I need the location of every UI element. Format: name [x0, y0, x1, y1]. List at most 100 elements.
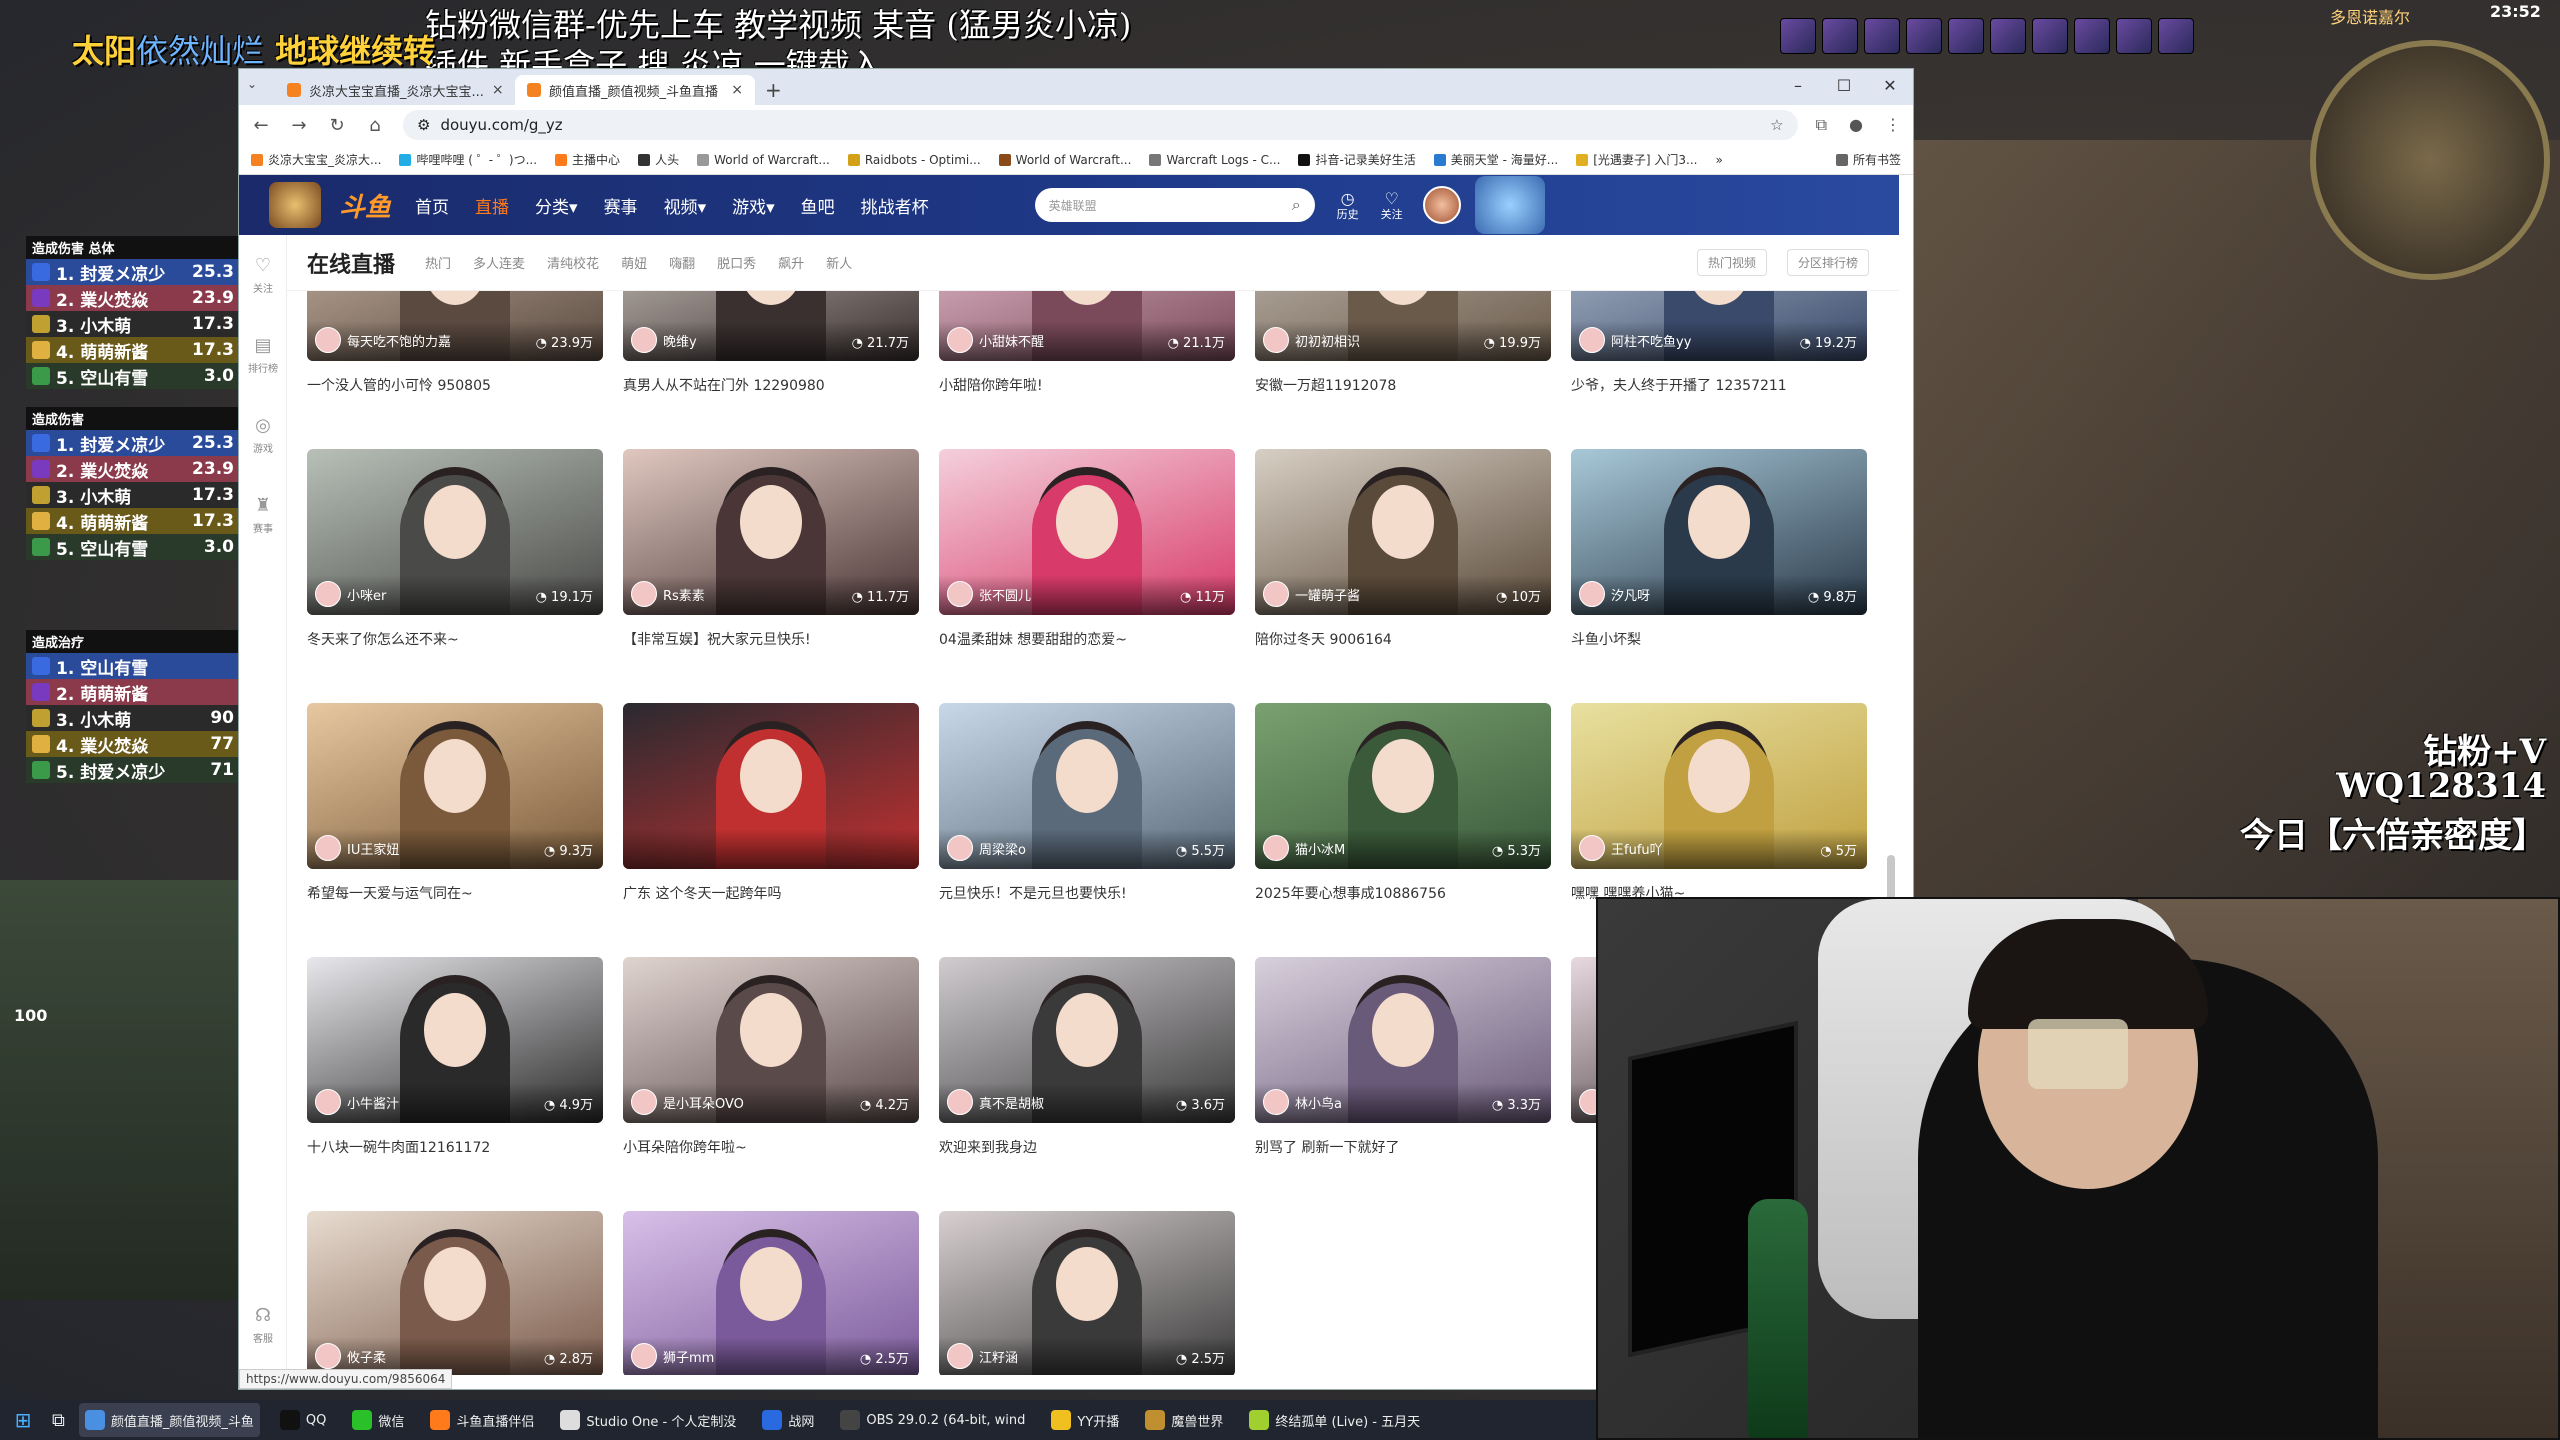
room-title[interactable]: 真男人从不站在门外 12290980: [623, 375, 919, 395]
live-room-card[interactable]: 广东 这个冬天一起跨年吗: [623, 703, 919, 903]
live-room-card[interactable]: 攸子柔 ◔ 2.8万: [307, 1211, 603, 1375]
reload-icon[interactable]: ↻: [327, 115, 347, 136]
extensions-icon[interactable]: ⧉: [1816, 115, 1827, 135]
nav-video[interactable]: 视频▾: [664, 193, 707, 218]
room-title[interactable]: 【非常互娱】祝大家元旦快乐!: [623, 629, 919, 649]
taskbar-item[interactable]: 斗鱼直播伴侣: [424, 1403, 540, 1437]
bookmark-item[interactable]: 美丽天堂 - 海量好...: [1434, 151, 1558, 168]
room-thumbnail[interactable]: 王fufu吖 ◔ 5万: [1571, 703, 1867, 869]
room-thumbnail[interactable]: 林小鸟a ◔ 3.3万: [1255, 957, 1551, 1123]
nav-challenger-cup[interactable]: 挑战者杯: [861, 193, 929, 218]
room-thumbnail[interactable]: 小牛酱汁 ◔ 4.9万: [307, 957, 603, 1123]
live-room-card[interactable]: 王fufu吖 ◔ 5万 嘿嘿 嘿嘿养小猫~: [1571, 703, 1867, 903]
taskbar-item[interactable]: OBS 29.0.2 (64-bit, wind: [834, 1403, 1031, 1437]
addon-icon[interactable]: [2032, 18, 2068, 54]
room-title[interactable]: 安徽一万超11912078: [1255, 375, 1551, 395]
sidebar-item-follow[interactable]: ♡ 关注: [239, 235, 287, 315]
cat-tag[interactable]: 萌妞: [621, 253, 647, 272]
meter-row[interactable]: 2. 業火焚焱 23.9: [26, 456, 240, 482]
bookmark-item[interactable]: 抖音-记录美好生活: [1298, 151, 1415, 168]
meter-row[interactable]: 4. 萌萌新酱 17.3: [26, 337, 240, 363]
room-thumbnail[interactable]: 小咪er ◔ 19.1万: [307, 449, 603, 615]
meter-row[interactable]: 3. 小木萌 17.3: [26, 311, 240, 337]
room-title[interactable]: 2025年要心想事成10886756: [1255, 883, 1551, 903]
room-thumbnail[interactable]: 是小耳朵OVO ◔ 4.2万: [623, 957, 919, 1123]
room-thumbnail[interactable]: IU王家妞 ◔ 9.3万: [307, 703, 603, 869]
taskbar-item[interactable]: 微信: [346, 1403, 410, 1437]
search-input[interactable]: 英雄联盟 ⌕: [1034, 188, 1315, 222]
bookmark-item[interactable]: World of Warcraft...: [697, 153, 830, 167]
addon-icon[interactable]: [1990, 18, 2026, 54]
close-window-icon[interactable]: ✕: [1867, 69, 1913, 101]
meter-row[interactable]: 1. 封爱メ凉少 25.3: [26, 430, 240, 456]
room-thumbnail[interactable]: 周梁梁o ◔ 5.5万: [939, 703, 1235, 869]
browser-tab[interactable]: 炎凉大宝宝直播_炎凉大宝宝... ×: [275, 75, 515, 105]
forward-icon[interactable]: →: [289, 115, 309, 136]
douyu-logo[interactable]: 斗鱼: [339, 187, 391, 224]
live-room-card[interactable]: IU王家妞 ◔ 9.3万 希望每一天爱与运气同在~: [307, 703, 603, 903]
addon-icon[interactable]: [2116, 18, 2152, 54]
sidebar-item-service[interactable]: ☊ 客服: [239, 1285, 287, 1365]
live-room-card[interactable]: 汐凡呀 ◔ 9.8万 斗鱼小坏梨: [1571, 449, 1867, 649]
windows-start-icon[interactable]: ⊞: [8, 1408, 38, 1432]
room-title[interactable]: 少爷，夫人终于开播了 12357211: [1571, 375, 1867, 395]
all-bookmarks[interactable]: 所有书签: [1836, 151, 1901, 168]
zone-ranking-button[interactable]: 分区排行榜: [1786, 249, 1869, 276]
live-room-card[interactable]: 林小鸟a ◔ 3.3万别骂了 刷新一下就好了: [1255, 957, 1551, 1157]
bookmark-item[interactable]: 哔哩哔哩 ( ゜- ゜)つ...: [399, 151, 537, 168]
meter-row[interactable]: 2. 業火焚焱 23.9: [26, 285, 240, 311]
room-thumbnail[interactable]: 猫小冰M ◔ 5.3万: [1255, 703, 1551, 869]
meter-row[interactable]: 5. 封爱メ凉少 71: [26, 757, 240, 783]
nav-category[interactable]: 分类▾: [535, 193, 578, 218]
meter-row[interactable]: 3. 小木萌 17.3: [26, 482, 240, 508]
room-thumbnail[interactable]: 攸子柔 ◔ 2.8万: [307, 1211, 603, 1375]
bookmark-item[interactable]: Raidbots - Optimi...: [848, 153, 981, 167]
bookmark-star-icon[interactable]: ☆: [1770, 116, 1783, 134]
nav-games[interactable]: 游戏▾: [732, 193, 775, 218]
follow-button[interactable]: ♡ 关注: [1381, 189, 1403, 221]
nav-fishbar[interactable]: 鱼吧: [801, 193, 835, 218]
room-thumbnail[interactable]: 狮子mm ◔ 2.5万: [623, 1211, 919, 1375]
sidebar-item-events[interactable]: ♜ 赛事: [239, 475, 287, 555]
addon-icon[interactable]: [1822, 18, 1858, 54]
cat-tag[interactable]: 清纯校花: [547, 253, 599, 272]
back-icon[interactable]: ←: [251, 115, 271, 136]
addon-icon[interactable]: [1906, 18, 1942, 54]
taskbar-item[interactable]: Studio One - 个人定制没: [554, 1403, 742, 1437]
room-title[interactable]: 斗鱼小坏梨: [1571, 629, 1867, 649]
nav-live[interactable]: 直播: [475, 193, 509, 218]
live-room-card[interactable]: Rs素素 ◔ 11.7万【非常互娱】祝大家元旦快乐!: [623, 449, 919, 649]
meter-row[interactable]: 5. 空山有雪 3.0: [26, 363, 240, 389]
nav-events[interactable]: 赛事: [604, 193, 638, 218]
taskbar-item[interactable]: YY开播: [1045, 1403, 1125, 1437]
cat-tag[interactable]: 热门: [425, 253, 451, 272]
menu-icon[interactable]: ⋮: [1885, 115, 1901, 135]
new-tab-button[interactable]: +: [755, 75, 792, 105]
sidebar-item-games[interactable]: ◎ 游戏: [239, 395, 287, 475]
minimap[interactable]: [2310, 40, 2550, 280]
minimize-icon[interactable]: –: [1775, 69, 1821, 101]
live-room-card[interactable]: 是小耳朵OVO ◔ 4.2万 小耳朵陪你跨年啦~: [623, 957, 919, 1157]
live-room-card[interactable]: 小咪er ◔ 19.1万冬天来了你怎么还不来~: [307, 449, 603, 649]
room-title[interactable]: 陪你过冬天 9006164: [1255, 629, 1551, 649]
addon-icon[interactable]: [1948, 18, 1984, 54]
room-title[interactable]: 十八块一碗牛肉面12161172: [307, 1137, 603, 1157]
hot-video-button[interactable]: 热门视频: [1696, 249, 1767, 276]
room-title[interactable]: 冬天来了你怎么还不来~: [307, 629, 603, 649]
search-icon[interactable]: ⌕: [1292, 195, 1301, 215]
live-room-card[interactable]: 狮子mm ◔ 2.5万: [623, 1211, 919, 1375]
douyu-mascot[interactable]: [1474, 176, 1545, 234]
taskbar-item[interactable]: 终结孤单 (Live) - 五月天: [1243, 1403, 1426, 1437]
taskbar-item[interactable]: QQ: [274, 1403, 332, 1437]
live-room-card[interactable]: 张不圆儿 ◔ 11万 04温柔甜妹 想要甜甜的恋爱~: [939, 449, 1235, 649]
nav-home[interactable]: 首页: [415, 193, 449, 218]
site-info-icon[interactable]: ⚙: [417, 116, 430, 134]
history-button[interactable]: ◷ 历史: [1337, 189, 1359, 221]
room-title[interactable]: 别骂了 刷新一下就好了: [1255, 1137, 1551, 1157]
room-title[interactable]: 广东 这个冬天一起跨年吗: [623, 883, 919, 903]
close-icon[interactable]: ×: [731, 82, 743, 98]
live-room-card[interactable]: 周梁梁o ◔ 5.5万 元旦快乐！不是元旦也要快乐!: [939, 703, 1235, 903]
room-thumbnail[interactable]: 一罐萌子酱 ◔ 10万: [1255, 449, 1551, 615]
addon-icon[interactable]: [2074, 18, 2110, 54]
room-thumbnail[interactable]: Rs素素 ◔ 11.7万: [623, 449, 919, 615]
